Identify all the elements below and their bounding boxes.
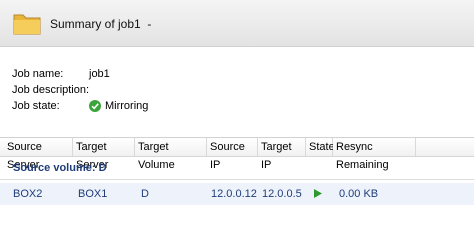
check-icon (89, 100, 101, 112)
column-header-resync-remaining[interactable]: Resync Remaining (333, 138, 416, 171)
group-divider (0, 179, 474, 180)
job-state-value: Mirroring (105, 100, 149, 112)
column-header-target-server[interactable]: Target Server (73, 138, 135, 171)
group-row[interactable]: Source volume: D (0, 157, 474, 179)
cell-target-ip: 12.0.0.5 (262, 188, 302, 200)
job-state-label: Job state: (12, 100, 60, 112)
job-description-label: Job description: (12, 84, 90, 96)
cell-target-volume: D (141, 188, 149, 200)
cell-resync-remaining: 0.00 KB (339, 188, 379, 200)
job-name-value: job1 (89, 68, 110, 80)
cell-source-server: BOX2 (13, 188, 43, 200)
connections-grid: Source Server Target Server Target Volum… (0, 137, 474, 246)
column-header-target-ip[interactable]: Target IP (258, 138, 306, 171)
table-row[interactable]: BOX2 BOX1 D 12.0.0.12 12.0.0.5 0.00 KB (0, 183, 474, 205)
job-name-label: Job name: (12, 68, 64, 80)
play-icon (314, 189, 322, 198)
column-header-source-server[interactable]: Source Server (4, 138, 73, 171)
window-title: Summary of job1 - (50, 17, 152, 31)
group-label: Source volume: D (13, 162, 107, 174)
title-bar: Summary of job1 - (0, 0, 474, 47)
folder-icon (13, 14, 41, 35)
column-header-source-ip[interactable]: Source IP (207, 138, 258, 171)
column-header-state[interactable]: State (306, 138, 335, 156)
column-header-target-volume[interactable]: Target Volume (135, 138, 207, 171)
cell-source-ip: 12.0.0.12 (211, 188, 257, 200)
cell-target-server: BOX1 (78, 188, 108, 200)
